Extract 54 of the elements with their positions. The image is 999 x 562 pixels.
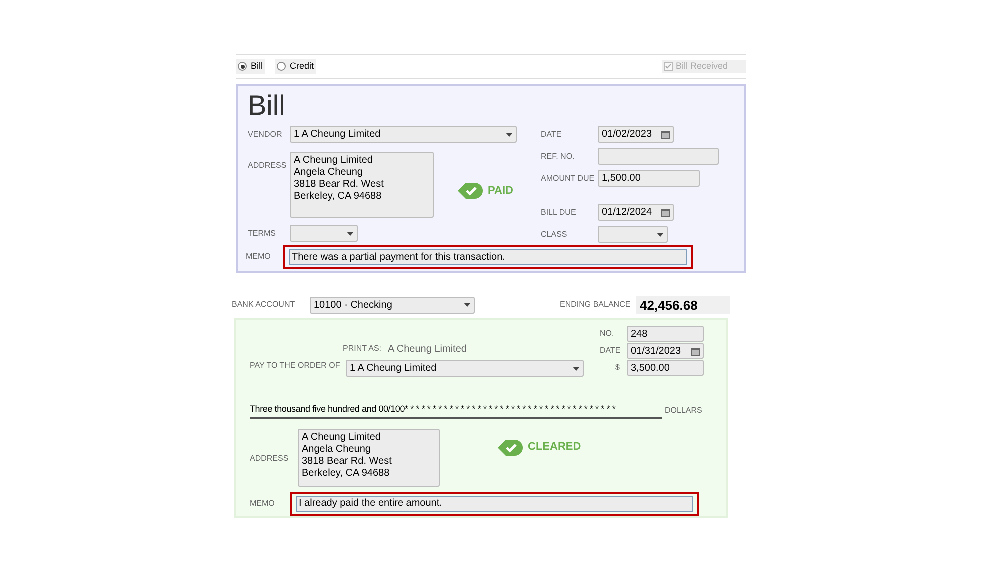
caret-icon	[657, 232, 664, 236]
terms-dropdown[interactable]	[290, 225, 358, 242]
address-box[interactable]: A Cheung Limited Angela Cheung 3818 Bear Rd. West Berkeley, CA 94688	[290, 152, 434, 218]
field-label: ADDRESS	[250, 452, 290, 464]
memo-field[interactable]: There was a partial payment for this transaction.	[289, 249, 687, 265]
field-label: DATE	[600, 345, 622, 357]
caret-icon	[347, 232, 354, 236]
form-title: Bill	[248, 90, 286, 122]
caret-icon	[506, 132, 513, 136]
field-label: ADDRESS	[248, 160, 288, 172]
field-label: MEMO	[250, 498, 276, 510]
memo-field[interactable]: I already paid the entire amount.	[296, 496, 693, 512]
checkmark-icon	[498, 438, 524, 456]
checkmark-icon	[665, 63, 672, 70]
field-label: VENDOR	[248, 128, 284, 140]
checkmark-icon	[458, 182, 484, 200]
field-label: $	[614, 362, 621, 374]
calendar-icon	[661, 130, 670, 139]
field-label: BANK ACCOUNT	[232, 299, 296, 311]
ending-balance: 42,456.68	[636, 296, 730, 314]
amount-field[interactable]: 3,500.00	[627, 360, 704, 376]
address-box[interactable]: A Cheung Limited Angela Cheung 3818 Bear Rd. West Berkeley, CA 94688	[298, 428, 440, 486]
amount-due-field[interactable]: 1,500.00	[598, 170, 700, 187]
caret-icon	[573, 366, 580, 370]
ref-number-field[interactable]	[598, 148, 719, 165]
date-field[interactable]: 01/02/2023	[598, 126, 674, 143]
field-label: PRINT AS:	[343, 343, 383, 355]
field-label: DOLLARS	[665, 404, 702, 416]
field-label: REF. NO.	[541, 150, 576, 162]
field-label: CLASS	[541, 228, 568, 240]
bank-account-dropdown[interactable]: 10100 · Checking	[310, 296, 475, 314]
field-label: TERMS	[248, 228, 277, 240]
field-label: BILL DUE	[541, 206, 578, 218]
amount-in-words: Three thousand five hundred and 00/100* * * * * * * * * * * * * * * * * * * * * * * * * * * * * * * * * * * * * *	[250, 403, 662, 418]
field-label: DATE	[541, 128, 563, 140]
vendor-dropdown[interactable]: 1 A Cheung Limited	[290, 126, 517, 143]
calendar-icon	[691, 346, 700, 356]
bill-due-field[interactable]: 01/12/2024	[598, 204, 674, 221]
status-label: PAID	[488, 184, 514, 199]
calendar-icon	[661, 208, 670, 217]
check-date-field[interactable]: 01/31/2023	[627, 343, 704, 359]
field-label: ENDING BALANCE	[560, 299, 632, 311]
check-number-field[interactable]: 248	[627, 326, 704, 342]
print-as-name: A Cheung Limited	[388, 342, 467, 356]
payee-dropdown[interactable]: 1 A Cheung Limited	[346, 360, 584, 377]
status-label: CLEARED	[528, 440, 582, 456]
caret-icon	[464, 303, 471, 307]
field-label: MEMO	[246, 251, 272, 263]
radio-option[interactable]: Bill	[236, 59, 266, 74]
field-label: PAY TO THE ORDER OF	[250, 360, 342, 372]
radio-option[interactable]: Credit	[275, 59, 316, 74]
class-dropdown[interactable]	[598, 226, 668, 243]
field-label: NO.	[600, 328, 616, 340]
field-label: AMOUNT DUE	[541, 172, 596, 184]
